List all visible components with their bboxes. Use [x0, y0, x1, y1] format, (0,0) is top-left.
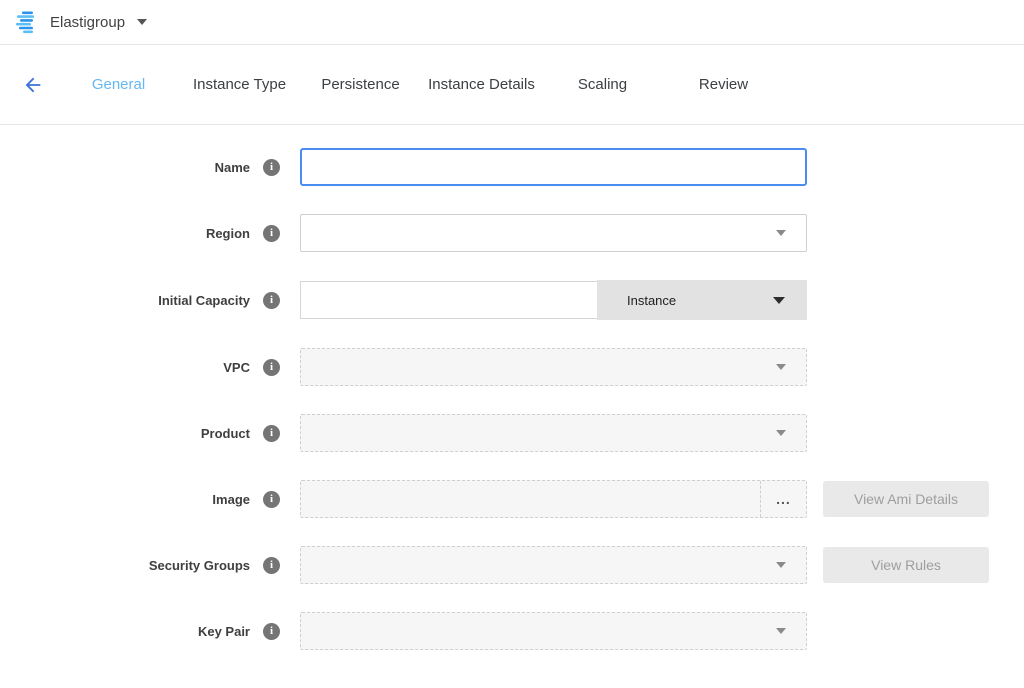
product-switcher[interactable]: Elastigroup	[16, 11, 147, 34]
tab-review[interactable]: Review	[663, 70, 784, 99]
product-select	[300, 414, 807, 452]
form-row-name: Name i	[0, 148, 1024, 186]
chevron-down-icon	[776, 430, 786, 436]
initial-capacity-label: Initial Capacity	[158, 293, 250, 308]
info-icon[interactable]: i	[263, 557, 280, 574]
capacity-unit-value: Instance	[627, 293, 676, 308]
form-row-initial-capacity: Initial Capacity i Instance	[0, 280, 1024, 320]
vpc-select	[300, 348, 807, 386]
info-icon[interactable]: i	[263, 623, 280, 640]
info-glyph: i	[270, 625, 273, 637]
security-groups-select	[300, 546, 807, 584]
app-header: Elastigroup	[0, 0, 1024, 45]
chevron-down-icon	[776, 364, 786, 370]
chevron-down-icon	[137, 19, 147, 25]
image-input: ...	[300, 480, 807, 518]
form-row-vpc: VPC i	[0, 348, 1024, 386]
info-glyph: i	[270, 361, 273, 373]
form-row-product: Product i	[0, 414, 1024, 452]
tab-persistence[interactable]: Persistence	[300, 70, 421, 99]
initial-capacity-input[interactable]	[300, 281, 597, 319]
tab-general[interactable]: General	[58, 70, 179, 99]
form-row-key-pair: Key Pair i	[0, 612, 1024, 650]
info-icon[interactable]: i	[263, 425, 280, 442]
image-label: Image	[212, 492, 250, 507]
image-browse-button[interactable]: ...	[760, 481, 806, 517]
key-pair-select	[300, 612, 807, 650]
tab-instance-type[interactable]: Instance Type	[179, 70, 300, 99]
chevron-down-icon	[776, 230, 786, 236]
view-rules-button[interactable]: View Rules	[823, 547, 989, 583]
info-glyph: i	[270, 227, 273, 239]
info-glyph: i	[270, 559, 273, 571]
info-icon[interactable]: i	[263, 359, 280, 376]
name-input[interactable]	[300, 148, 807, 186]
info-icon[interactable]: i	[263, 491, 280, 508]
region-label: Region	[206, 226, 250, 241]
tab-instance-details[interactable]: Instance Details	[421, 70, 542, 99]
info-icon[interactable]: i	[263, 292, 280, 309]
info-glyph: i	[270, 427, 273, 439]
product-label: Product	[201, 426, 250, 441]
security-groups-label: Security Groups	[149, 558, 250, 573]
key-pair-label: Key Pair	[198, 624, 250, 639]
tab-scaling[interactable]: Scaling	[542, 70, 663, 99]
view-ami-details-button[interactable]: View Ami Details	[823, 481, 989, 517]
region-select[interactable]	[300, 214, 807, 252]
chevron-down-icon	[776, 628, 786, 634]
product-name: Elastigroup	[50, 14, 125, 31]
name-label: Name	[215, 160, 250, 175]
back-button[interactable]	[22, 73, 46, 97]
info-icon[interactable]: i	[263, 159, 280, 176]
chevron-down-icon	[776, 562, 786, 568]
info-glyph: i	[270, 493, 273, 505]
vpc-label: VPC	[223, 360, 250, 375]
form-row-image: Image i ... View Ami Details	[0, 480, 1024, 518]
tab-list: General Instance Type Persistence Instan…	[58, 70, 784, 99]
capacity-unit-select[interactable]: Instance	[597, 280, 807, 320]
info-glyph: i	[270, 161, 273, 173]
info-glyph: i	[270, 294, 273, 306]
image-value	[301, 481, 760, 517]
chevron-down-icon	[773, 297, 785, 304]
general-form: Name i Region i Initial Capacity i Insta…	[0, 125, 1024, 650]
form-row-region: Region i	[0, 214, 1024, 252]
arrow-left-icon	[22, 74, 44, 96]
info-icon[interactable]: i	[263, 225, 280, 242]
wizard-tabs: General Instance Type Persistence Instan…	[0, 45, 1024, 125]
form-row-security-groups: Security Groups i View Rules	[0, 546, 1024, 584]
elastigroup-logo-icon	[16, 11, 40, 34]
